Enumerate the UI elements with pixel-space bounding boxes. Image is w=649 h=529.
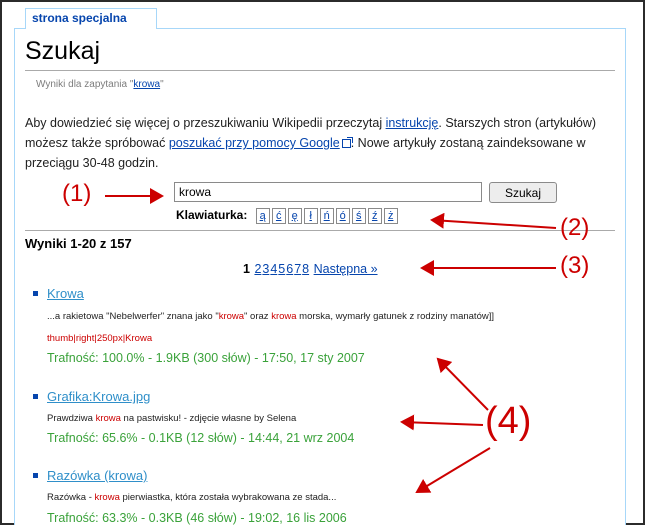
- arrow-4b: [400, 414, 484, 431]
- arrow-4a: [436, 357, 489, 411]
- tab-special-page[interactable]: strona specjalna: [25, 8, 157, 29]
- tab-label: strona specjalna: [32, 11, 127, 25]
- arrow-2: [430, 212, 557, 229]
- annotation-arrows: [105, 188, 557, 494]
- arrow-4c: [415, 447, 491, 494]
